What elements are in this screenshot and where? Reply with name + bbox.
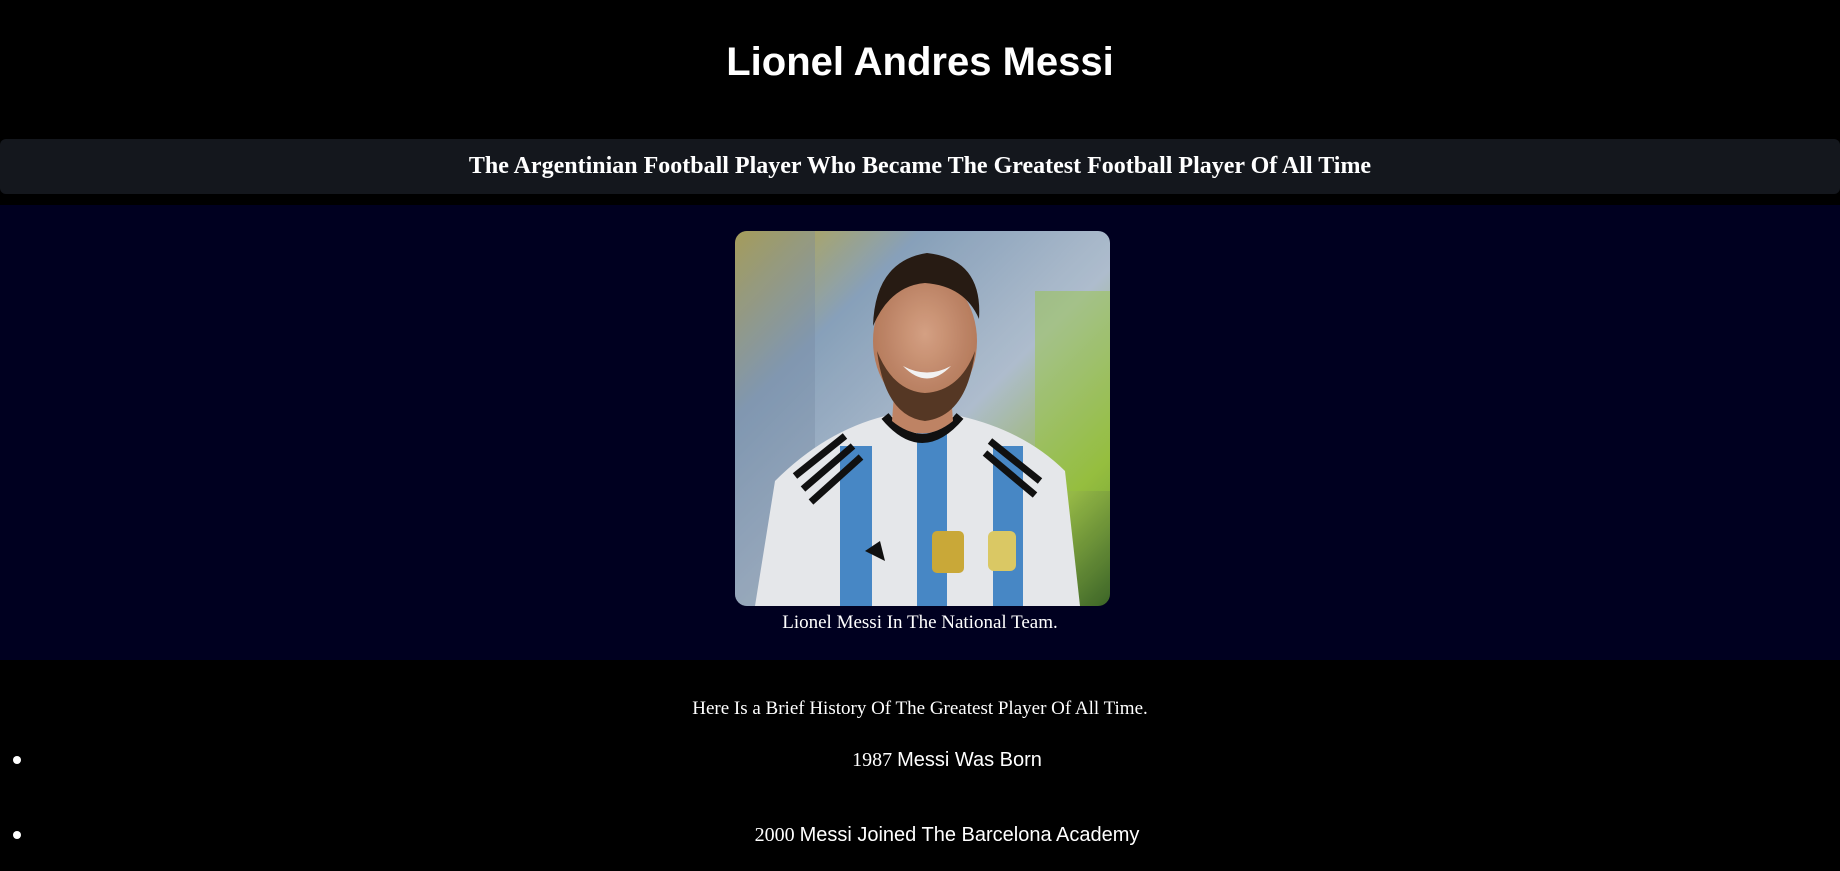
bullet-icon <box>13 831 21 839</box>
hero-section: Lionel Messi In The National Team. <box>0 205 1840 660</box>
subtitle-banner: The Argentinian Football Player Who Beca… <box>0 139 1840 194</box>
timeline-event: Messi Joined The Barcelona Academy <box>799 824 1140 846</box>
history-timeline: 1987 Messi Was Born 2000 Messi Joined Th… <box>0 740 1840 871</box>
page-title: Lionel Andres Messi <box>726 40 1114 84</box>
timeline-item: 1987 Messi Was Born <box>0 740 1840 815</box>
timeline-event: Messi Was Born <box>897 749 1042 771</box>
timeline-year: 2000 <box>754 824 795 846</box>
page-subtitle: The Argentinian Football Player Who Beca… <box>468 153 1372 179</box>
messi-photo <box>735 231 1110 606</box>
timeline-year: 1987 <box>852 749 893 771</box>
history-intro: Here Is a Brief History Of The Greatest … <box>692 698 1148 719</box>
photo-caption: Lionel Messi In The National Team. <box>782 612 1058 633</box>
timeline-item: 2000 Messi Joined The Barcelona Academy <box>0 815 1840 871</box>
bullet-icon <box>13 756 21 764</box>
